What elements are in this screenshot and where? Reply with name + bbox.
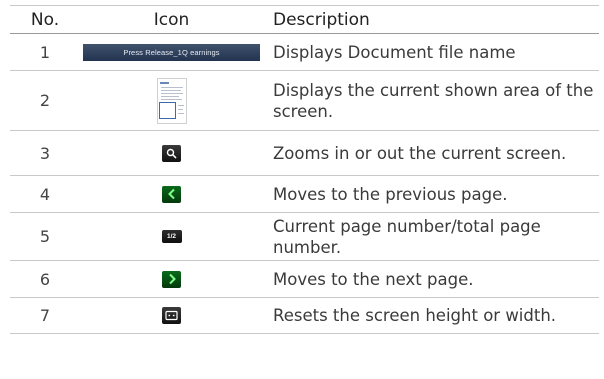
zoom-magnifier-icon (162, 144, 181, 162)
icon-cell: Press Release_1Q earnings (80, 34, 263, 70)
page-number-icon: 1/2 (161, 230, 182, 243)
row-number: 7 (39, 306, 51, 325)
table-header-row: No. Icon Description (10, 5, 599, 34)
table-row: 4 Moves to the previous page. (10, 176, 599, 213)
row-description: Displays Document file name (273, 42, 516, 62)
icon-cell (80, 176, 263, 212)
page-thumbnail-icon (156, 77, 187, 124)
table-row: 2 Displays the current shown area of the… (10, 71, 599, 131)
row-number: 2 (39, 91, 51, 110)
page-number-text: 1/2 (166, 233, 177, 240)
row-description: Moves to the previous page. (273, 184, 508, 204)
icon-cell: 1/2 (80, 213, 263, 260)
row-description: Moves to the next page. (273, 269, 474, 289)
row-number: 5 (39, 227, 51, 246)
table-row: 6 Moves to the next page. (10, 261, 599, 298)
document-file-name: Press Release_1Q earnings (123, 47, 220, 57)
row-number: 3 (39, 143, 51, 163)
header-icon: Icon (153, 9, 190, 30)
header-description: Description (273, 9, 370, 30)
table-row: 5 1/2 Current page number/total page num… (10, 213, 599, 261)
icon-cell (80, 131, 263, 175)
icon-description-table: No. Icon Description 1 Press Release_1Q … (10, 5, 599, 334)
fit-screen-icon (162, 307, 181, 324)
previous-page-icon (162, 185, 181, 203)
row-description: Displays the current shown area of the s… (273, 80, 594, 121)
row-description: Resets the screen height or width. (273, 306, 557, 325)
table-row: 3 Zooms in or out the current screen. (10, 131, 599, 176)
icon-cell (80, 261, 263, 297)
icon-cell (80, 71, 263, 130)
table-row: 1 Press Release_1Q earnings Displays Doc… (10, 34, 599, 71)
icon-cell (80, 298, 263, 333)
row-number: 1 (39, 42, 51, 62)
table-row: 7 Resets the screen height or width. (10, 298, 599, 334)
document-title-bar-icon: Press Release_1Q earnings (83, 43, 260, 61)
header-no: No. (30, 9, 60, 30)
row-description: Current page number/total page number. (273, 216, 541, 257)
next-page-icon (162, 270, 181, 288)
row-number: 6 (39, 269, 51, 289)
row-description: Zooms in or out the current screen. (273, 143, 567, 163)
row-number: 4 (39, 184, 51, 204)
